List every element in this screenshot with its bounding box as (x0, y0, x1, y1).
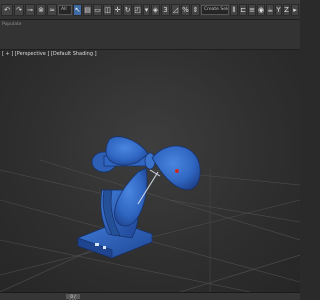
select-object-icon[interactable]: ↖ (73, 4, 82, 16)
hub-red-marker (175, 169, 179, 173)
fan-model (77, 136, 201, 259)
axis-y-icon[interactable]: Y (275, 4, 282, 16)
move-icon[interactable]: ✛ (113, 4, 122, 16)
axis-z-icon[interactable]: Z (283, 4, 290, 16)
base-label (95, 243, 99, 246)
viewport-scene[interactable] (0, 50, 300, 292)
spinner-snap-icon[interactable]: ⇕ (191, 4, 200, 16)
material-editor-icon[interactable]: ◉ (257, 4, 265, 16)
perspective-viewport[interactable]: [ + ] [Perspective ] [Default Shading ] (0, 50, 300, 292)
ref-coord-icon[interactable]: ▾ (143, 4, 150, 16)
select-by-name-icon[interactable]: ▤ (83, 4, 92, 16)
angle-snap-icon[interactable]: ◿ (171, 4, 180, 16)
snap-3d-icon[interactable]: 3 (161, 4, 170, 16)
bind-icon[interactable]: ≈ (47, 4, 57, 16)
time-slider[interactable]: 0 / 100 (66, 294, 80, 300)
link-icon[interactable]: ⊸ (25, 4, 35, 16)
render-icon[interactable]: ☕ (266, 4, 274, 16)
mirror-icon[interactable]: ⫴ (230, 4, 238, 16)
app-window: ↶ ↷ ⊸ ⊗ ≈ All ↖ ▤ ▭ ◫ ✛ ↻ ◰ ▾ ◈ 3 ◿ % ⇕ … (0, 0, 300, 300)
base-label (103, 246, 106, 249)
time-slider-track[interactable]: 0 / 100 (0, 292, 300, 300)
ribbon-label[interactable]: Populate (2, 22, 22, 27)
layers-icon[interactable]: ≡ (248, 4, 256, 16)
percent-snap-icon[interactable]: % (181, 4, 190, 16)
grid-line (169, 199, 300, 223)
ribbon-strip: Populate (0, 20, 300, 50)
redo-icon[interactable]: ↷ (14, 4, 24, 16)
pivot-icon[interactable]: ◈ (151, 4, 160, 16)
grid-line (179, 254, 300, 292)
scroll-arrow-icon[interactable]: ▸ (291, 4, 299, 16)
window-crossing-icon[interactable]: ◫ (103, 4, 112, 16)
main-toolbar: ↶ ↷ ⊸ ⊗ ≈ All ↖ ▤ ▭ ◫ ✛ ↻ ◰ ▾ ◈ 3 ◿ % ⇕ … (0, 0, 300, 20)
undo-icon[interactable]: ↶ (1, 4, 13, 16)
viewport-label[interactable]: [ + ] [Perspective ] [Default Shading ] (2, 51, 97, 57)
align-icon[interactable]: ⊏ (239, 4, 247, 16)
home-grid (0, 159, 300, 292)
selection-set-dropdown[interactable]: Create Selection Set (201, 5, 229, 15)
selection-filter-dropdown[interactable]: All (58, 5, 72, 15)
rotate-icon[interactable]: ↻ (123, 4, 132, 16)
scale-icon[interactable]: ◰ (133, 4, 142, 16)
fan-blade (151, 145, 201, 190)
unlink-icon[interactable]: ⊗ (36, 4, 46, 16)
rect-region-icon[interactable]: ▭ (93, 4, 102, 16)
